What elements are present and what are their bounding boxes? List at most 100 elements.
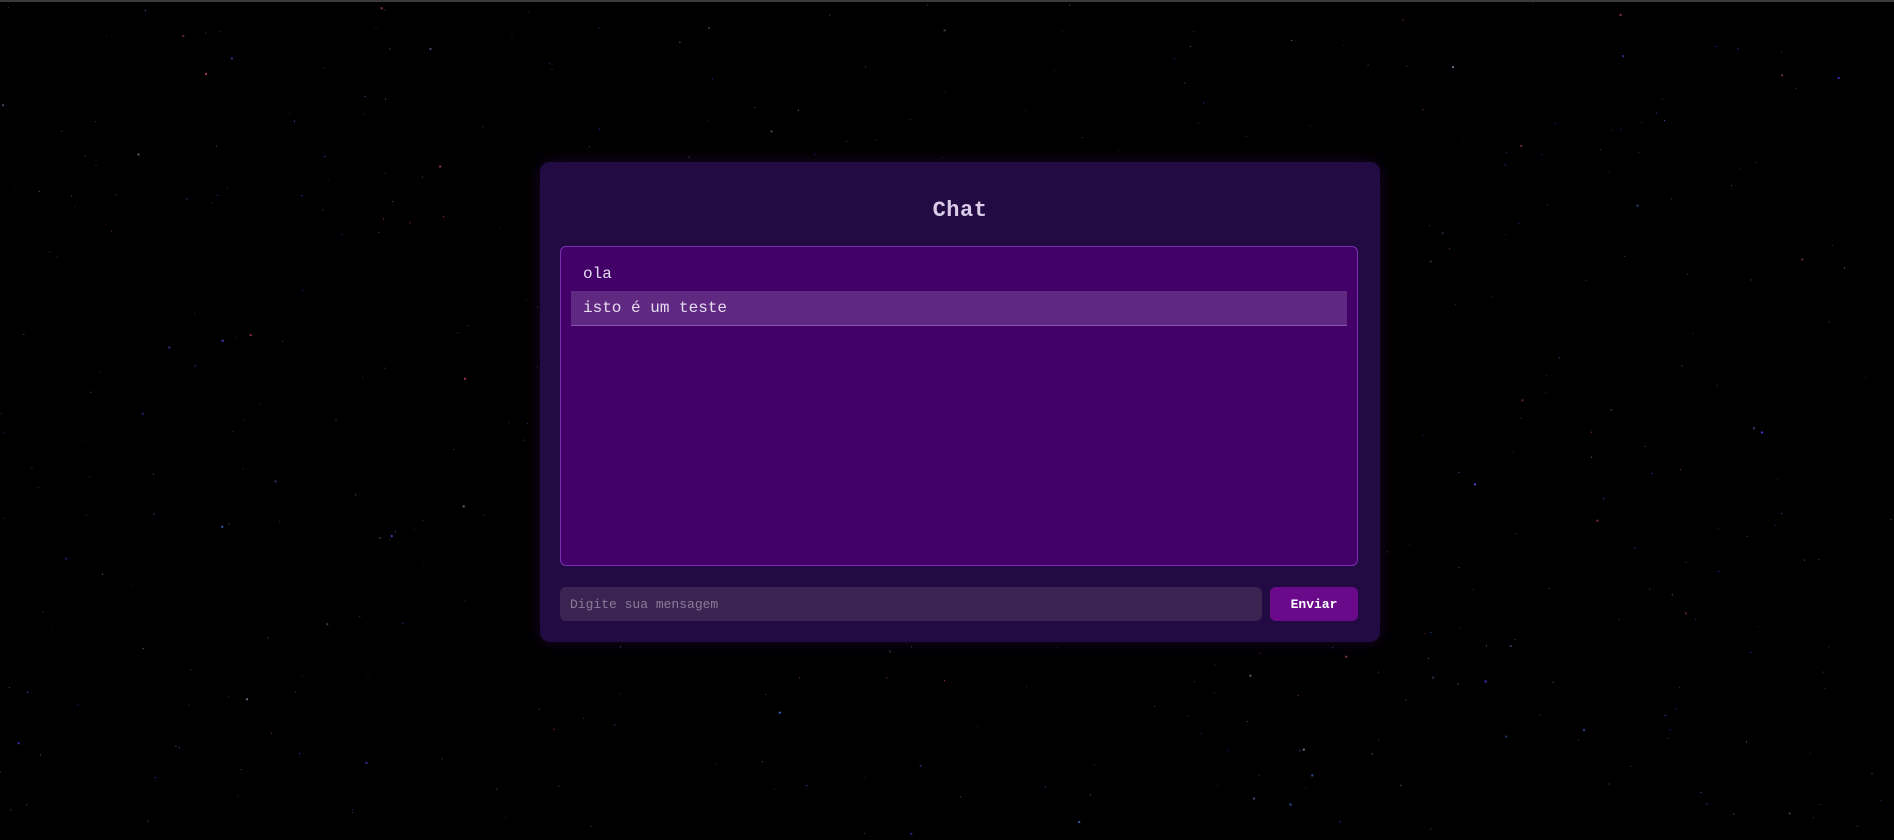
star (1622, 55, 1625, 58)
star (90, 391, 92, 393)
star (716, 763, 718, 765)
star (1739, 168, 1741, 170)
star (379, 537, 382, 539)
star (1700, 792, 1702, 794)
star (1669, 729, 1671, 731)
chat-title: Chat (932, 198, 988, 223)
star (175, 745, 177, 747)
star (1865, 376, 1867, 378)
star (237, 795, 239, 797)
star (846, 140, 847, 142)
star (1837, 77, 1840, 79)
message-input-row: Enviar (560, 587, 1358, 621)
star (383, 218, 385, 220)
star (182, 35, 185, 37)
star (413, 528, 415, 530)
star (1801, 258, 1804, 261)
star (365, 761, 368, 764)
send-button[interactable]: Enviar (1270, 587, 1358, 621)
star (778, 711, 781, 714)
star (324, 156, 326, 158)
star (528, 11, 530, 13)
star (289, 112, 291, 114)
star (1552, 681, 1554, 683)
star (1386, 551, 1388, 553)
star (1809, 752, 1811, 754)
star (1731, 185, 1732, 187)
message-item-highlighted[interactable]: isto é um teste (571, 291, 1347, 326)
star (1069, 4, 1071, 6)
star (1603, 498, 1604, 500)
star (1781, 513, 1782, 514)
star (1424, 633, 1426, 635)
star (71, 195, 72, 197)
star (1457, 683, 1459, 685)
star (217, 194, 218, 196)
star (1532, 2, 1534, 4)
star (1760, 431, 1763, 434)
star (1428, 658, 1429, 659)
star (943, 29, 946, 32)
star (1634, 547, 1636, 549)
star (1596, 519, 1599, 522)
star (453, 448, 455, 450)
star (525, 299, 527, 301)
star (1449, 248, 1450, 250)
star (1777, 479, 1779, 481)
star (1780, 51, 1782, 53)
star (1213, 692, 1215, 694)
star (1610, 408, 1613, 411)
star (1291, 40, 1293, 41)
star (1706, 803, 1708, 805)
star (1184, 82, 1186, 84)
star (1409, 544, 1411, 546)
star (1890, 518, 1892, 520)
star (765, 694, 767, 695)
star (1788, 812, 1791, 815)
star (1831, 244, 1833, 246)
star (806, 785, 808, 787)
star (1214, 664, 1216, 666)
star (194, 313, 196, 315)
star (1737, 48, 1739, 50)
star (889, 650, 892, 653)
star (1655, 112, 1657, 114)
star (1200, 733, 1202, 735)
star (1203, 102, 1205, 104)
star (1670, 198, 1672, 200)
star (259, 403, 261, 405)
star (1402, 19, 1404, 21)
star (467, 325, 469, 326)
star (1422, 434, 1424, 436)
star (402, 622, 404, 624)
star (205, 32, 207, 34)
star (409, 222, 411, 224)
star (1651, 473, 1653, 474)
star (384, 367, 386, 369)
star (1813, 817, 1814, 819)
star (271, 732, 273, 734)
star (1245, 135, 1247, 137)
message-input[interactable] (560, 587, 1262, 621)
star (1405, 699, 1407, 701)
star (1681, 365, 1683, 367)
star (483, 514, 485, 516)
messages-list[interactable]: ola isto é um teste (560, 246, 1358, 566)
star (708, 26, 710, 29)
star (1618, 618, 1620, 620)
star (301, 195, 303, 197)
star (111, 230, 112, 232)
star (1518, 223, 1520, 225)
star (537, 306, 539, 308)
star (221, 525, 224, 528)
star (378, 232, 380, 233)
star (282, 340, 283, 342)
star (1818, 558, 1820, 560)
star (598, 128, 600, 130)
star (944, 91, 946, 93)
star (106, 35, 108, 36)
star (364, 96, 366, 98)
star (299, 753, 300, 755)
star (1585, 279, 1587, 281)
star (919, 764, 922, 767)
